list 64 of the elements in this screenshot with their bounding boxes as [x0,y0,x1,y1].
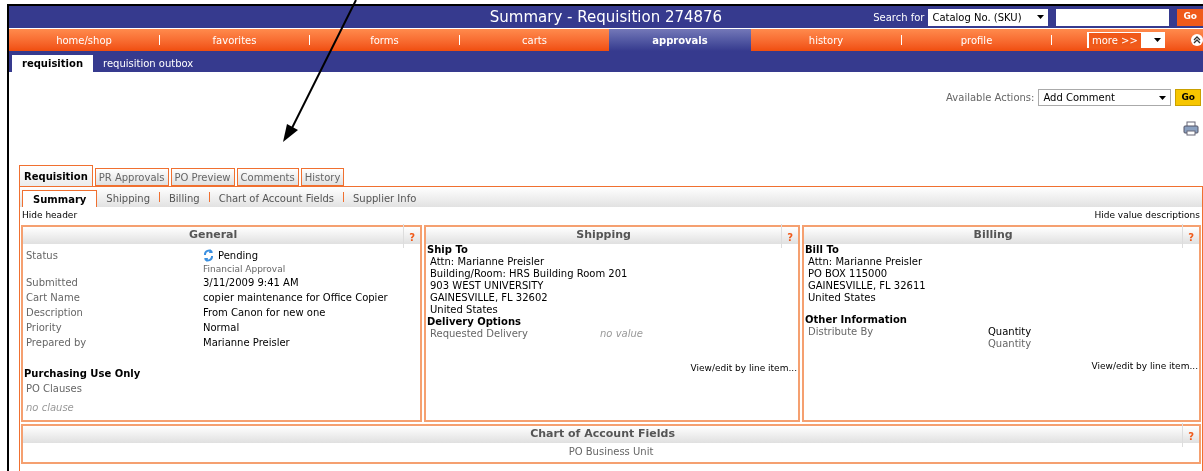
view-edit-link[interactable]: View/edit by line item... [1091,361,1198,371]
field-value: From Canon for new one [203,306,326,320]
more-select[interactable]: more >> [1087,32,1165,48]
section-tab[interactable]: Chart of Account Fields [209,190,343,207]
address-line: GAINESVILLE, FL 32602 [430,292,549,304]
empty-value: no clause [26,401,74,415]
panel-title: Shipping [575,227,632,244]
address-line: GAINESVILLE, FL 32611 [808,280,927,292]
document-tab[interactable]: History [300,168,345,186]
field-label: Cart Name [26,291,81,305]
document-tab[interactable]: Requisition [19,165,93,186]
section-heading: Bill To [805,244,840,256]
hide-header-link[interactable]: Hide header [22,209,78,223]
section-tab[interactable]: Summary [22,190,98,207]
panel-title: General [187,227,239,244]
field-label: Description [26,306,84,320]
field-label: Distribute By [808,326,875,339]
section-heading: Delivery Options [427,316,522,328]
window-title: Summary - Requisition 274876 [489,8,723,26]
document-tab[interactable]: PR Approvals [94,168,169,186]
field-value: Quantity [988,326,1032,338]
address-line: PO BOX 115000 [808,268,889,280]
panel-title: Billing [972,227,1014,244]
document-tab[interactable]: PO Preview [170,168,235,186]
field-value: 3/11/2009 9:41 AM [203,276,299,290]
field-label: Submitted [26,276,79,290]
field-label: Prepared by [26,336,88,350]
section-heading: Other Information [805,314,908,326]
address-line: Building/Room: HRS Building Room 201 [430,268,629,280]
document-tab[interactable]: Comments [236,168,299,186]
field-value: copier maintenance for Office Copier [203,291,388,305]
field-label: PO Business Unit [568,446,654,457]
section-heading: Purchasing Use Only [24,367,142,381]
nav-tab[interactable]: approvals [609,29,751,51]
field-value: Pending [218,249,258,263]
actions-select[interactable]: Add Comment [1038,89,1172,106]
search-type-select[interactable]: Catalog No. (SKU) [928,8,1049,26]
address-line: Attn: Marianne Preisler [430,256,546,268]
section-tab[interactable]: Supplier Info [344,190,426,207]
panel-title: Chart of Account Fields [529,426,676,443]
field-note: Financial Approval [203,263,286,275]
field-note: Quantity [988,338,1032,350]
empty-value: no value [600,328,643,340]
section-tab[interactable]: Shipping [97,190,159,207]
section-heading: Ship To [427,244,469,256]
section-tab[interactable]: Billing [160,190,209,207]
subnav-tab[interactable]: requisition outbox [93,55,204,72]
view-edit-link[interactable]: View/edit by line item... [690,363,797,373]
field-label: Priority [26,321,63,335]
field-value: Normal [203,321,240,335]
search-label: Search for [873,10,925,25]
go-button[interactable]: Go [1175,89,1201,106]
address-line: Attn: Marianne Preisler [808,256,924,268]
address-line: 903 WEST UNIVERSITY [430,280,545,292]
field-value: Marianne Preisler [203,336,290,350]
go-button[interactable]: Go [1177,8,1203,26]
field-label: Status [26,249,59,263]
hide-value-descriptions-link[interactable]: Hide value descriptions [1094,209,1200,223]
field-label: PO Clauses [26,382,83,396]
subnav-tab[interactable]: requisition [12,55,93,72]
field-label: Requested Delivery [430,328,529,341]
actions-label: Available Actions: [946,91,1035,105]
address-line: United States [430,304,499,316]
address-line: United States [808,292,877,304]
